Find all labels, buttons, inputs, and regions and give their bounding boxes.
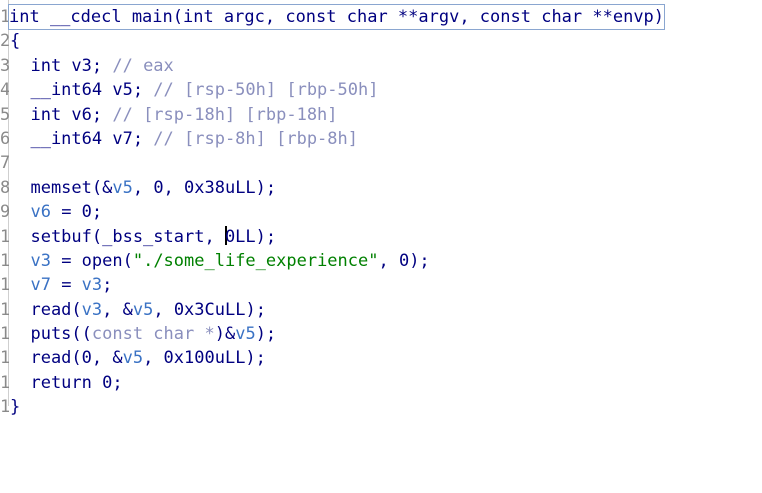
function-signature[interactable]: int __cdecl main(int argc, const char **… (7, 3, 666, 31)
line-number: 7 (0, 153, 9, 174)
type-cast: const char * (91, 324, 215, 345)
string-literal[interactable]: "./some_life_experience" (133, 251, 379, 271)
declaration-v6[interactable]: int v6; (10, 105, 112, 125)
code-line-13[interactable]: 13 read(v3, &v5, 0x3CuLL); (0, 298, 762, 322)
var-v5[interactable]: v5 (133, 300, 153, 320)
line-number: 15 (0, 348, 9, 369)
pseudocode-editor[interactable]: 1 int __cdecl main(int argc, const char … (0, 0, 762, 417)
code-line-12[interactable]: 12 v7 = v3; (0, 273, 762, 297)
line-number: 1 (0, 7, 9, 27)
code-line-2[interactable]: 2 { (0, 29, 762, 53)
read-call[interactable]: read(v3, &v5, 0x3CuLL); (10, 298, 265, 322)
code-line-11[interactable]: 11 v3 = open("./some_life_experience", 0… (0, 249, 762, 273)
declaration-v3[interactable]: int v3; (10, 56, 112, 76)
var-v3[interactable]: v3 (82, 275, 102, 295)
line-number: 4 (0, 80, 9, 101)
code-line-15[interactable]: 15 read(0, &v5, 0x100uLL); (0, 346, 762, 370)
puts-call[interactable]: puts((const char *)&v5); (10, 322, 276, 346)
code-line-8[interactable]: 8 memset(&v5, 0, 0x38uLL); (0, 176, 762, 200)
code-lines: 1 int __cdecl main(int argc, const char … (0, 3, 762, 420)
code-line-3[interactable]: 3 int v3; // eax (0, 54, 762, 78)
declaration-v7[interactable]: __int64 v7; (10, 129, 153, 149)
code-line-16[interactable]: 16 return 0; (0, 371, 762, 395)
close-brace: } (10, 397, 21, 418)
line-number: 9 (0, 202, 9, 223)
code-line-10[interactable]: 10 setbuf(_bss_start, 0LL); (0, 225, 762, 249)
code-line-17[interactable]: 17 } (0, 395, 762, 419)
declaration-v5[interactable]: __int64 v5; (10, 80, 153, 100)
line-number: 6 (0, 128, 9, 149)
comment: // eax (112, 55, 174, 76)
var-v7[interactable]: v7 (10, 275, 50, 295)
var-v3[interactable]: v3 (82, 300, 102, 320)
line-number: 2 (0, 31, 9, 52)
line-number: 10 (0, 226, 9, 247)
return-statement[interactable]: return 0; (10, 371, 122, 395)
comment: // [rsp-18h] [rbp-18h] (112, 104, 338, 125)
code-line-4[interactable]: 4 __int64 v5; // [rsp-50h] [rbp-50h] (0, 78, 762, 102)
assign-v7[interactable]: v7 = v3; (10, 273, 112, 297)
line-number: 12 (0, 275, 9, 296)
code-line-5[interactable]: 5 int v6; // [rsp-18h] [rbp-18h] (0, 103, 762, 127)
line-number: 8 (0, 177, 9, 198)
line-number: 14 (0, 324, 9, 345)
line-number: 16 (0, 372, 9, 393)
code-line-14[interactable]: 14 puts((const char *)&v5); (0, 322, 762, 346)
line-number: 17 (0, 397, 9, 418)
comment: // [rsp-8h] [rbp-8h] (153, 128, 358, 149)
open-brace: { (10, 31, 21, 52)
code-line-6[interactable]: 6 __int64 v7; // [rsp-8h] [rbp-8h] (0, 127, 762, 151)
memset-call[interactable]: memset(&v5, 0, 0x38uLL); (10, 176, 276, 200)
var-v3[interactable]: v3 (10, 251, 50, 271)
line-number: 5 (0, 104, 9, 125)
line-number: 3 (0, 55, 9, 76)
var-v5[interactable]: v5 (235, 324, 255, 344)
line-number: 13 (0, 299, 9, 320)
line-number: 11 (0, 250, 9, 271)
assign-v6[interactable]: v6 = 0; (10, 200, 102, 224)
read-call[interactable]: read(0, &v5, 0x100uLL); (10, 346, 265, 370)
var-v5[interactable]: v5 (112, 178, 132, 198)
code-line-9[interactable]: 9 v6 = 0; (0, 200, 762, 224)
code-line-1[interactable]: 1 int __cdecl main(int argc, const char … (0, 3, 762, 31)
var-v5[interactable]: v5 (123, 348, 143, 368)
comment: // [rsp-50h] [rbp-50h] (153, 80, 379, 101)
var-v6[interactable]: v6 (10, 202, 50, 222)
code-line-7[interactable]: 7 (0, 151, 762, 175)
open-call[interactable]: v3 = open("./some_life_experience", 0); (10, 249, 429, 273)
setbuf-call[interactable]: setbuf(_bss_start, 0LL); (10, 225, 276, 249)
